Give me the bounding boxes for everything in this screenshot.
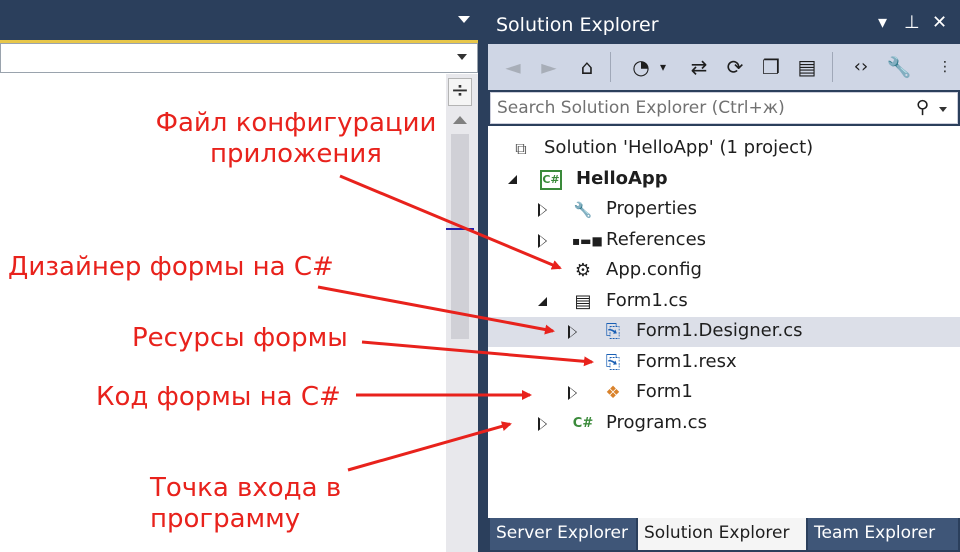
tab-server-explorer[interactable]: Server Explorer <box>490 518 636 550</box>
scroll-thumb[interactable] <box>451 134 469 339</box>
config-file-icon: ⚙ <box>574 260 592 281</box>
tree-item-label: App.config <box>606 259 702 280</box>
chevron-down-icon[interactable] <box>939 107 947 112</box>
wrench-icon: 🔧 <box>573 201 593 219</box>
annotation-entry-point: Точка входа в программу <box>150 473 342 534</box>
annotation-designer: Дизайнер формы на C# <box>8 252 334 282</box>
pending-changes-filter-icon[interactable]: ◔ <box>628 54 654 80</box>
collapse-all-icon[interactable]: ❐ <box>758 54 784 80</box>
tree-item-label: Form1.resx <box>636 351 737 372</box>
tree-item-references[interactable]: ▪▬■ References <box>488 226 960 256</box>
tree-item-label: HelloApp <box>576 168 668 189</box>
split-window-icon[interactable]: ÷ <box>448 78 472 106</box>
scroll-up-icon[interactable] <box>453 116 467 124</box>
tree-item-label: Form1.cs <box>606 290 688 311</box>
sync-with-document-icon[interactable]: ⇄ <box>686 54 712 80</box>
forward-icon[interactable]: ► <box>536 54 562 80</box>
references-icon: ▪▬■ <box>572 234 603 248</box>
tree-item-label: Form1.Designer.cs <box>636 320 803 341</box>
pin-icon[interactable]: ⊥ <box>904 12 920 33</box>
expanded-arrow-icon[interactable] <box>538 297 547 306</box>
search-input[interactable] <box>497 97 897 119</box>
csharp-file-icon: C# <box>572 416 594 431</box>
refresh-icon[interactable]: ⟳ <box>722 54 748 80</box>
chevron-down-icon[interactable]: ▾ <box>656 54 670 80</box>
overflow-icon[interactable]: ⋮ <box>932 54 958 80</box>
tab-dropdown-icon[interactable] <box>458 16 470 23</box>
tree-item-form1-class[interactable]: ❖ Form1 <box>488 378 960 408</box>
form-icon: ▤ <box>574 291 592 312</box>
tree-item-form1-resx[interactable]: ⎘ Form1.resx <box>488 348 960 378</box>
collapsed-arrow-icon[interactable] <box>538 203 547 217</box>
tree-item-label: Program.cs <box>606 412 707 433</box>
expanded-arrow-icon[interactable] <box>508 175 517 184</box>
tool-window-tabs: Server Explorer Solution Explorer Team E… <box>488 518 960 552</box>
search-box[interactable]: ⚲ <box>490 92 958 124</box>
collapsed-arrow-icon[interactable] <box>568 386 577 400</box>
collapsed-arrow-icon[interactable] <box>538 417 547 431</box>
annotation-resources: Ресурсы формы <box>132 323 348 353</box>
properties-wrench-icon[interactable]: 🔧 <box>886 54 912 80</box>
toolbar-separator <box>832 52 833 82</box>
home-icon[interactable]: ⌂ <box>574 54 600 80</box>
form-class-icon: ❖ <box>605 383 621 403</box>
tree-item-properties[interactable]: 🔧 Properties <box>488 195 960 225</box>
tree-item-label: Solution 'HelloApp' (1 project) <box>544 137 814 158</box>
tree-item-label: References <box>606 229 707 250</box>
tree-item-label: Form1 <box>636 381 693 402</box>
tree-item-program-cs[interactable]: C# Program.cs <box>488 409 960 439</box>
collapsed-arrow-icon[interactable] <box>538 234 547 248</box>
navigation-bar[interactable] <box>0 43 478 73</box>
scroll-marker <box>446 228 474 230</box>
view-code-icon[interactable]: ‹› <box>848 54 874 80</box>
tab-solution-explorer[interactable]: Solution Explorer <box>638 518 806 550</box>
tree-item-solution[interactable]: ⧉ Solution 'HelloApp' (1 project) <box>488 134 960 164</box>
resx-file-icon: ⎘ <box>605 352 621 373</box>
screenshot-root: ÷ Solution Explorer ▾ ⊥ ✕ ◄ ► ⌂ ◔ ▾ ⇄ ⟳ … <box>0 0 960 552</box>
tab-team-explorer[interactable]: Team Explorer <box>808 518 958 550</box>
designer-file-icon: ⎘ <box>605 321 621 342</box>
panel-splitter[interactable] <box>478 0 488 552</box>
panel-title: Solution Explorer <box>496 14 659 36</box>
solution-tree: ⧉ Solution 'HelloApp' (1 project) C# Hel… <box>488 126 960 518</box>
window-position-icon[interactable]: ▾ <box>878 12 887 33</box>
solution-explorer-toolbar: ◄ ► ⌂ ◔ ▾ ⇄ ⟳ ❐ ▤ ‹› 🔧 ⋮ <box>488 44 960 90</box>
solution-icon: ⧉ <box>515 139 527 158</box>
tree-item-app-config[interactable]: ⚙ App.config <box>488 256 960 286</box>
annotation-code: Код формы на C# <box>96 382 341 412</box>
solution-explorer-header: Solution Explorer ▾ ⊥ ✕ <box>488 4 960 44</box>
tree-item-form1-cs[interactable]: ▤ Form1.cs <box>488 287 960 317</box>
tree-item-project[interactable]: C# HelloApp <box>488 165 960 195</box>
show-all-files-icon[interactable]: ▤ <box>794 54 820 80</box>
editor-tab-strip <box>0 0 480 44</box>
tree-item-form1-designer[interactable]: ⎘ Form1.Designer.cs <box>488 317 960 347</box>
csharp-project-icon: C# <box>540 170 562 190</box>
close-icon[interactable]: ✕ <box>932 12 947 33</box>
collapsed-arrow-icon[interactable] <box>568 325 577 339</box>
search-icon[interactable]: ⚲ <box>916 97 929 118</box>
annotation-app-config: Файл конфигурации приложения <box>155 108 437 169</box>
tree-item-label: Properties <box>606 198 697 219</box>
chevron-down-icon[interactable] <box>457 54 467 60</box>
toolbar-separator <box>610 52 611 82</box>
back-icon[interactable]: ◄ <box>500 54 526 80</box>
